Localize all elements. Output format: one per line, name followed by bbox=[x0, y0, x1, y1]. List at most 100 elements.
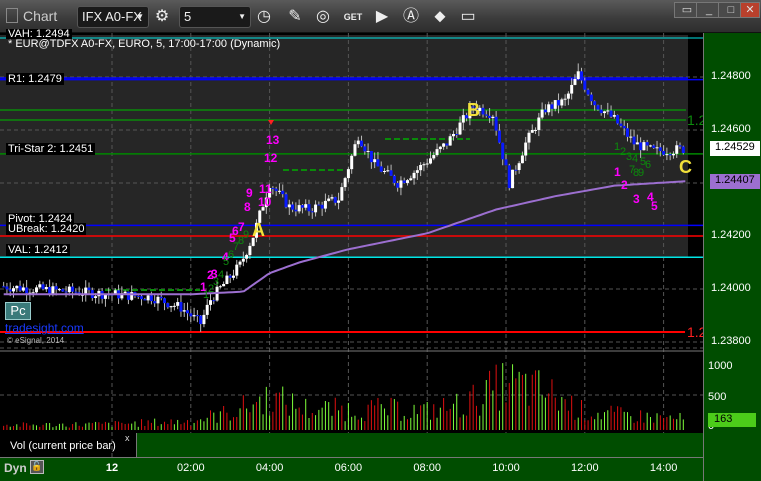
candle[interactable] bbox=[202, 314, 206, 325]
chart-area[interactable]: A B C 1 2 3 4 5 6 7 8 9 10 11 12 13 1 2 3 4 5 1 2 3 4 5 6 7 8 9 1 2 3 4 5 6… bbox=[0, 33, 707, 457]
branding-link[interactable]: tradesight.com bbox=[5, 321, 84, 335]
candle[interactable] bbox=[648, 145, 652, 147]
candle[interactable] bbox=[343, 178, 347, 188]
candle[interactable] bbox=[156, 296, 160, 304]
close-button[interactable]: ✕ bbox=[740, 2, 760, 18]
candle[interactable] bbox=[501, 142, 505, 160]
candle[interactable] bbox=[2, 286, 6, 288]
candle[interactable] bbox=[589, 94, 593, 102]
candle[interactable] bbox=[402, 180, 406, 183]
candle[interactable] bbox=[94, 296, 98, 299]
candle[interactable] bbox=[373, 159, 377, 163]
link-icon[interactable]: ⬥ bbox=[430, 7, 450, 27]
candle[interactable] bbox=[307, 204, 311, 212]
candle[interactable] bbox=[5, 286, 9, 290]
lock-icon[interactable]: 🔓 bbox=[30, 460, 44, 474]
candle[interactable] bbox=[41, 284, 45, 290]
candle[interactable] bbox=[675, 145, 679, 154]
candle[interactable] bbox=[484, 114, 488, 116]
candle[interactable] bbox=[330, 197, 334, 199]
candle[interactable] bbox=[126, 291, 130, 300]
candle[interactable] bbox=[310, 211, 314, 213]
candle[interactable] bbox=[363, 146, 367, 152]
candle[interactable] bbox=[294, 209, 298, 212]
candle[interactable] bbox=[632, 136, 636, 145]
candle[interactable] bbox=[428, 158, 432, 164]
candle[interactable] bbox=[235, 264, 239, 276]
candle[interactable] bbox=[488, 115, 492, 119]
candle[interactable] bbox=[520, 155, 524, 164]
candle[interactable] bbox=[573, 78, 577, 85]
candle[interactable] bbox=[182, 310, 186, 312]
candle[interactable] bbox=[511, 169, 515, 189]
play-icon[interactable]: ▶ bbox=[372, 7, 392, 27]
candle[interactable] bbox=[625, 128, 629, 137]
candle[interactable] bbox=[8, 289, 12, 292]
chart-icon[interactable]: ◎ bbox=[313, 7, 333, 27]
candle[interactable] bbox=[599, 109, 603, 114]
price-axis[interactable]: 1.24800 1.24600 1.24200 1.24000 1.23800 1.245… bbox=[703, 33, 761, 481]
candle[interactable] bbox=[458, 122, 462, 135]
candle[interactable] bbox=[383, 171, 387, 173]
candle[interactable] bbox=[409, 178, 413, 181]
candle[interactable] bbox=[238, 261, 242, 265]
candle[interactable] bbox=[176, 302, 180, 306]
candle[interactable] bbox=[415, 170, 419, 173]
candle[interactable] bbox=[277, 190, 281, 192]
candle[interactable] bbox=[639, 142, 643, 151]
candle[interactable] bbox=[527, 132, 531, 143]
candle[interactable] bbox=[67, 286, 71, 293]
candle[interactable] bbox=[671, 153, 675, 156]
candle[interactable] bbox=[130, 292, 134, 300]
candle[interactable] bbox=[491, 116, 495, 119]
symbol-input[interactable]: IFX A0-FX ▼ bbox=[77, 6, 149, 28]
candle[interactable] bbox=[25, 287, 29, 294]
candle[interactable] bbox=[15, 285, 19, 289]
candle[interactable] bbox=[619, 123, 623, 126]
candle[interactable] bbox=[557, 100, 561, 106]
candle[interactable] bbox=[560, 99, 564, 106]
candle[interactable] bbox=[455, 134, 459, 136]
candle[interactable] bbox=[143, 299, 147, 301]
candle[interactable] bbox=[222, 283, 226, 287]
candle[interactable] bbox=[366, 150, 370, 152]
candle[interactable] bbox=[304, 204, 308, 208]
candle[interactable] bbox=[580, 71, 584, 81]
candle[interactable] bbox=[140, 296, 144, 300]
candle[interactable] bbox=[231, 275, 235, 278]
candle[interactable] bbox=[71, 286, 75, 292]
candle[interactable] bbox=[123, 291, 127, 294]
candle[interactable] bbox=[323, 200, 327, 209]
candle[interactable] bbox=[593, 101, 597, 106]
candle[interactable] bbox=[356, 140, 360, 145]
candle[interactable] bbox=[281, 190, 285, 195]
candle[interactable] bbox=[297, 205, 301, 212]
candle[interactable] bbox=[537, 117, 541, 130]
candle[interactable] bbox=[291, 204, 295, 210]
close-volume-pane-icon[interactable]: x bbox=[125, 433, 130, 443]
candle[interactable] bbox=[44, 286, 48, 290]
candle[interactable] bbox=[419, 164, 423, 171]
candle[interactable] bbox=[603, 111, 606, 114]
candle[interactable] bbox=[622, 125, 626, 129]
candle[interactable] bbox=[337, 200, 341, 203]
candle[interactable] bbox=[228, 275, 232, 278]
candle[interactable] bbox=[435, 149, 439, 156]
candle[interactable] bbox=[369, 150, 373, 163]
candle[interactable] bbox=[189, 313, 193, 317]
interval-input[interactable]: 5 ▼ bbox=[179, 6, 251, 28]
pc-badge[interactable]: Pc bbox=[5, 302, 31, 320]
candle[interactable] bbox=[205, 304, 209, 315]
candle[interactable] bbox=[563, 98, 567, 100]
candle[interactable] bbox=[248, 245, 252, 255]
candle[interactable] bbox=[159, 296, 163, 299]
time-axis[interactable]: Dyn 🔓 12 02:00 04:00 06:00 08:00 10:00 12:00 14… bbox=[0, 457, 703, 481]
candle[interactable] bbox=[524, 142, 528, 156]
candle[interactable] bbox=[353, 144, 357, 156]
candle[interactable] bbox=[18, 285, 22, 291]
candle[interactable] bbox=[547, 104, 551, 113]
candle[interactable] bbox=[494, 116, 498, 131]
candle[interactable] bbox=[507, 165, 511, 189]
candle[interactable] bbox=[534, 129, 538, 131]
candle[interactable] bbox=[195, 315, 199, 317]
